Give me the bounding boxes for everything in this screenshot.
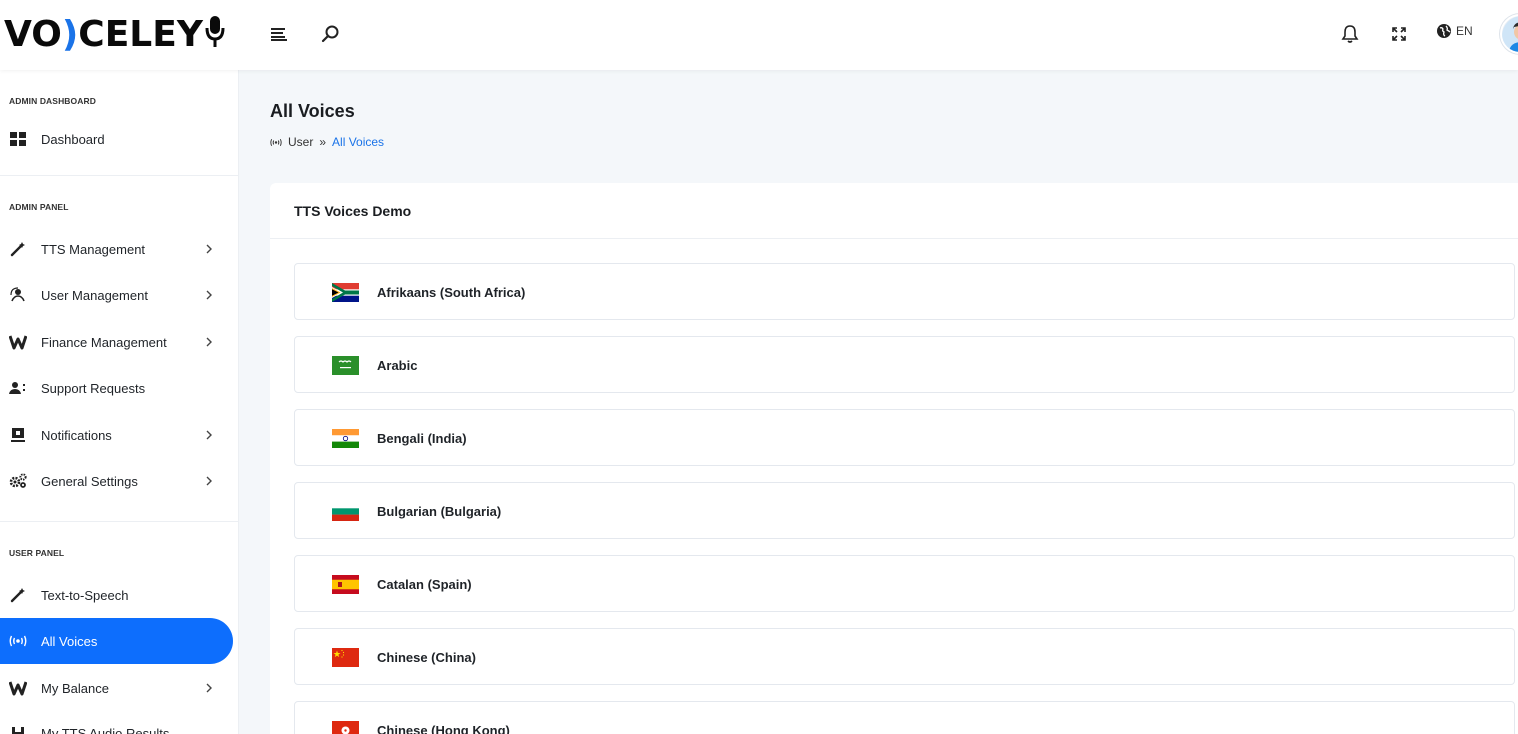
page-title: All Voices xyxy=(270,101,355,121)
voice-name: Afrikaans (South Africa) xyxy=(377,285,526,300)
voice-item-bulgarian[interactable]: Bulgarian (Bulgaria) xyxy=(294,482,1515,539)
bulgaria-flag-icon xyxy=(332,502,359,521)
voice-item-catalan[interactable]: Catalan (Spain) xyxy=(294,555,1515,612)
breadcrumb-separator: » xyxy=(319,135,327,149)
magic-wand-icon xyxy=(9,240,27,258)
grid-icon xyxy=(9,130,27,148)
breadcrumb: User » All Voices xyxy=(270,135,384,149)
user-avatar[interactable] xyxy=(1500,14,1518,54)
sidebar-item-tts-management[interactable]: TTS Management xyxy=(0,226,233,272)
language-code: EN xyxy=(1456,24,1473,38)
broadcast-icon xyxy=(9,632,27,650)
chevron-right-icon xyxy=(206,337,212,347)
notification-icon xyxy=(9,426,27,444)
sidebar-item-label: Text-to-Speech xyxy=(41,587,129,603)
section-title-admin-panel: ADMIN PANEL xyxy=(9,202,69,212)
hong-kong-flag-icon xyxy=(332,721,359,734)
menu-icon[interactable] xyxy=(267,22,291,46)
broadcast-icon xyxy=(270,138,282,146)
breadcrumb-current: All Voices xyxy=(332,135,385,149)
brand-logo[interactable]: VO) CELEY xyxy=(4,12,226,56)
bell-icon[interactable] xyxy=(1338,22,1362,46)
sidebar: ADMIN DASHBOARD Dashboard ADMIN PANEL TT… xyxy=(0,70,239,734)
voices-card: TTS Voices Demo Afrikaans (South Africa)… xyxy=(270,183,1518,734)
sidebar-item-label: Notifications xyxy=(41,427,112,443)
magic-wand-icon xyxy=(9,586,27,604)
sidebar-item-notifications[interactable]: Notifications xyxy=(0,412,233,458)
logo-text-start: VO xyxy=(4,13,62,55)
chevron-right-icon xyxy=(206,290,212,300)
voice-item-chinese-hong-kong[interactable]: Chinese (Hong Kong) xyxy=(294,701,1515,734)
support-user-icon xyxy=(9,379,27,397)
voice-name: Bengali (India) xyxy=(377,431,467,446)
logo-text-end: CELEY xyxy=(78,13,203,55)
sidebar-item-dashboard[interactable]: Dashboard xyxy=(0,116,233,162)
sidebar-item-support-requests[interactable]: Support Requests xyxy=(0,365,233,411)
fullscreen-icon[interactable] xyxy=(1387,22,1411,46)
search-icon[interactable] xyxy=(318,22,342,46)
microphone-icon xyxy=(205,16,225,47)
section-title-user-panel: USER PANEL xyxy=(9,548,65,558)
finance-icon xyxy=(9,333,27,351)
sidebar-item-general-settings[interactable]: General Settings xyxy=(0,458,233,504)
sidebar-item-label: Dashboard xyxy=(41,131,105,147)
voice-name: Arabic xyxy=(377,358,418,373)
sidebar-item-label: TTS Management xyxy=(41,241,146,257)
sidebar-item-text-to-speech[interactable]: Text-to-Speech xyxy=(0,572,233,618)
sidebar-item-all-voices[interactable]: All Voices xyxy=(0,618,233,664)
user-cog-icon xyxy=(9,286,27,304)
sidebar-item-label: Finance Management xyxy=(41,334,167,350)
language-selector[interactable]: EN xyxy=(1436,23,1473,39)
voice-item-afrikaans[interactable]: Afrikaans (South Africa) xyxy=(294,263,1515,320)
sidebar-item-finance-management[interactable]: Finance Management xyxy=(0,319,233,365)
sidebar-item-label: Support Requests xyxy=(41,380,146,396)
sidebar-item-label: My TTS Audio Results xyxy=(41,725,170,734)
voice-name: Catalan (Spain) xyxy=(377,577,472,592)
card-divider xyxy=(270,238,1518,239)
divider xyxy=(0,521,238,522)
sidebar-item-my-tts-audio-results[interactable]: My TTS Audio Results xyxy=(0,710,233,734)
sidebar-item-user-management[interactable]: User Management xyxy=(0,272,233,318)
saudi-arabia-flag-icon xyxy=(332,356,359,375)
audio-results-icon xyxy=(9,724,27,734)
breadcrumb-root-link[interactable]: User xyxy=(288,135,313,149)
sidebar-item-label: My Balance xyxy=(41,680,109,696)
sidebar-item-label: User Management xyxy=(41,287,148,303)
chevron-right-icon xyxy=(206,683,212,693)
sidebar-item-label: General Settings xyxy=(41,473,138,489)
logo-wave: ) xyxy=(61,13,79,55)
voice-item-arabic[interactable]: Arabic xyxy=(294,336,1515,393)
voice-item-chinese-china[interactable]: Chinese (China) xyxy=(294,628,1515,685)
chevron-right-icon xyxy=(206,244,212,254)
section-title-admin-dashboard: ADMIN DASHBOARD xyxy=(9,96,96,106)
spain-flag-icon xyxy=(332,575,359,594)
card-title: TTS Voices Demo xyxy=(294,203,412,219)
voice-item-bengali[interactable]: Bengali (India) xyxy=(294,409,1515,466)
south-africa-flag-icon xyxy=(332,283,359,302)
voice-name: Chinese (China) xyxy=(377,650,476,665)
divider xyxy=(0,175,238,176)
globe-icon xyxy=(1437,24,1451,38)
india-flag-icon xyxy=(332,429,359,448)
sidebar-item-label: All Voices xyxy=(41,633,98,649)
voice-name: Chinese (Hong Kong) xyxy=(377,723,510,734)
chevron-right-icon xyxy=(206,476,212,486)
sidebar-item-my-balance[interactable]: My Balance xyxy=(0,665,233,711)
finance-icon xyxy=(9,679,27,697)
gears-icon xyxy=(9,472,27,490)
voice-name: Bulgarian (Bulgaria) xyxy=(377,504,502,519)
china-flag-icon xyxy=(332,648,359,667)
top-header: VO) CELEY EN xyxy=(0,0,1518,70)
chevron-right-icon xyxy=(206,430,212,440)
